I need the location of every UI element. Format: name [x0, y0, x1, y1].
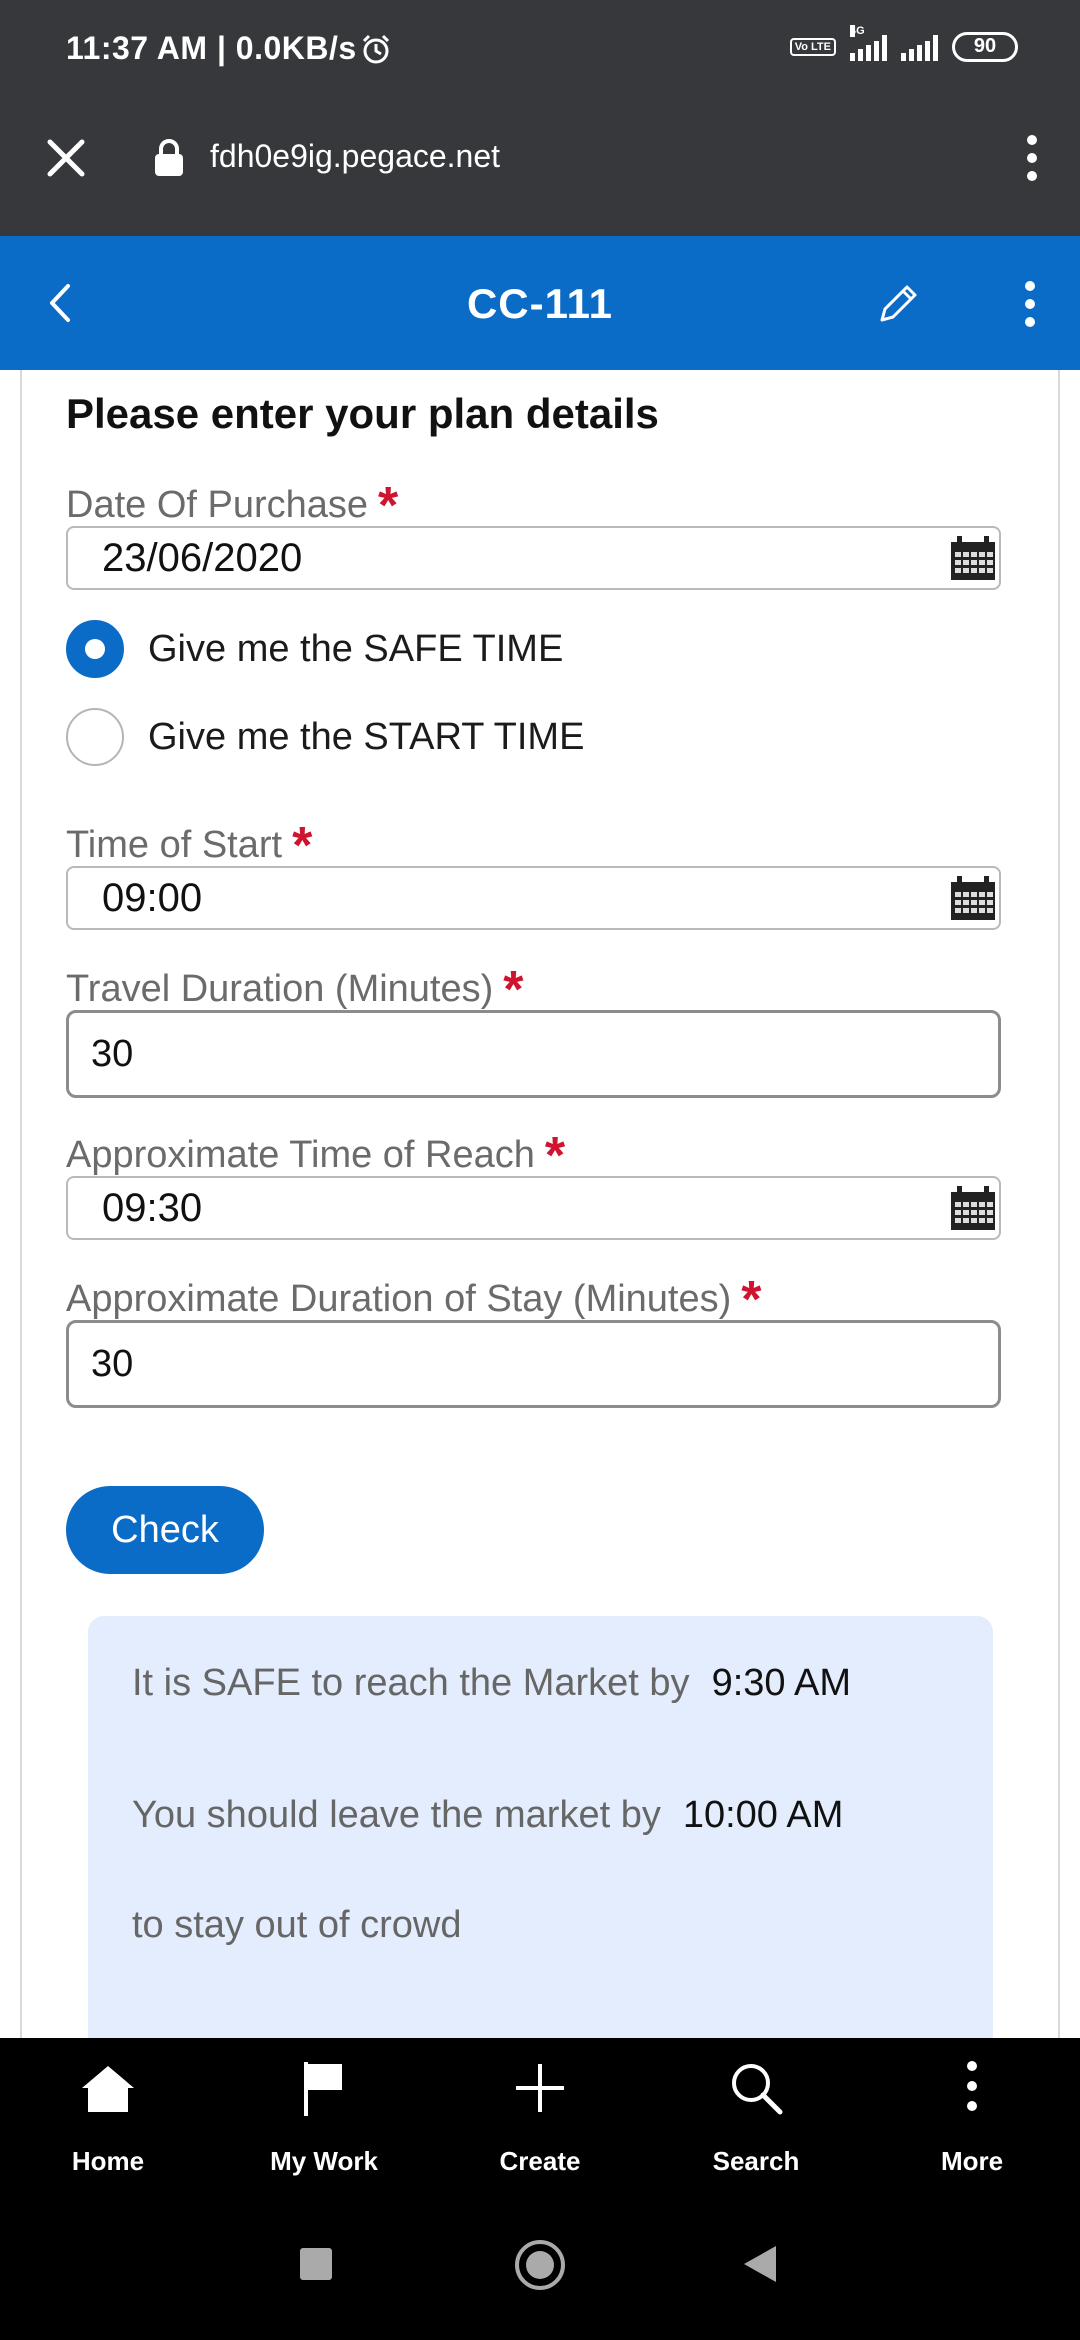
- more-vertical-icon: [967, 2061, 977, 2111]
- leave-market-line: You should leave the market by 10:00 AM: [132, 1794, 844, 1836]
- flag-icon: [304, 2062, 342, 2116]
- safe-reach-time: 9:30 AM: [711, 1662, 851, 1704]
- date-of-purchase-label: Date Of Purchase *: [66, 477, 399, 535]
- close-icon[interactable]: [44, 136, 88, 180]
- nav-home[interactable]: Home: [0, 2038, 216, 2188]
- back-icon[interactable]: [744, 2246, 776, 2282]
- travel-duration-input[interactable]: 30: [66, 1010, 1001, 1098]
- calendar-icon[interactable]: [949, 534, 997, 582]
- duration-of-stay-input[interactable]: 30: [66, 1320, 1001, 1408]
- nav-create[interactable]: Create: [432, 2038, 648, 2188]
- check-button[interactable]: Check: [66, 1486, 264, 1574]
- time-of-start-input[interactable]: 09:00: [66, 866, 1001, 930]
- app-header: CC-111: [0, 236, 1080, 370]
- url-text[interactable]: fdh0e9ig.pegace.net: [210, 138, 500, 175]
- plus-icon: [516, 2064, 564, 2112]
- crowd-note: to stay out of crowd: [132, 1904, 462, 1946]
- home-button-icon[interactable]: [515, 2240, 565, 2290]
- time-of-reach-input[interactable]: 09:30: [66, 1176, 1001, 1240]
- radio-label: Give me the SAFE TIME: [148, 627, 564, 670]
- volte-badge: Vo LTE: [789, 38, 836, 56]
- card-edge: [1058, 370, 1060, 2038]
- status-time: 11:37 AM | 0.0KB/s: [66, 30, 357, 66]
- travel-duration-label: Travel Duration (Minutes) *: [66, 961, 524, 1019]
- safe-reach-line: It is SAFE to reach the Market by 9:30 AM: [132, 1662, 851, 1704]
- browser-bar: fdh0e9ig.pegace.net: [0, 100, 1080, 236]
- signal-icon: [901, 33, 938, 61]
- signal-4g-icon: 4G: [850, 25, 887, 61]
- radio-start-time[interactable]: Give me the START TIME: [66, 708, 584, 766]
- radio-button-unchecked[interactable]: [66, 708, 124, 766]
- result-panel: It is SAFE to reach the Market by 9:30 AM…: [88, 1616, 993, 2038]
- time-of-start-label: Time of Start *: [66, 817, 313, 875]
- bottom-navigation: Home My Work Create Search More: [0, 2038, 1080, 2188]
- nav-more[interactable]: More: [864, 2038, 1080, 2188]
- nav-my-work[interactable]: My Work: [216, 2038, 432, 2188]
- radio-label: Give me the START TIME: [148, 715, 585, 758]
- recents-icon[interactable]: [300, 2248, 332, 2280]
- alarm-icon: [362, 34, 390, 64]
- nav-search[interactable]: Search: [648, 2038, 864, 2188]
- search-icon: [732, 2064, 783, 2115]
- form-content[interactable]: Please enter your plan details Date Of P…: [0, 370, 1080, 2038]
- calendar-icon[interactable]: [949, 874, 997, 922]
- lock-icon: [155, 139, 183, 176]
- pencil-icon[interactable]: [876, 280, 922, 326]
- status-bar: 11:37 AM | 0.0KB/s Vo LTE 4G 90: [0, 0, 1080, 100]
- duration-of-stay-label: Approximate Duration of Stay (Minutes) *: [66, 1271, 762, 1329]
- card-edge: [20, 370, 22, 2038]
- more-vertical-icon[interactable]: [1024, 280, 1036, 328]
- status-indicators: Vo LTE 4G 90: [789, 25, 1018, 62]
- date-of-purchase-input[interactable]: 23/06/2020: [66, 526, 1001, 590]
- section-title: Please enter your plan details: [66, 390, 659, 437]
- radio-safe-time[interactable]: Give me the SAFE TIME: [66, 620, 563, 678]
- leave-time: 10:00 AM: [682, 1794, 844, 1836]
- browser-menu-icon[interactable]: [1026, 134, 1038, 182]
- system-navigation-bar: [0, 2188, 1080, 2340]
- calendar-icon[interactable]: [949, 1184, 997, 1232]
- home-icon: [82, 2066, 134, 2112]
- battery-icon: 90: [952, 32, 1018, 62]
- radio-button-checked[interactable]: [66, 620, 124, 678]
- time-of-reach-label: Approximate Time of Reach *: [66, 1127, 566, 1185]
